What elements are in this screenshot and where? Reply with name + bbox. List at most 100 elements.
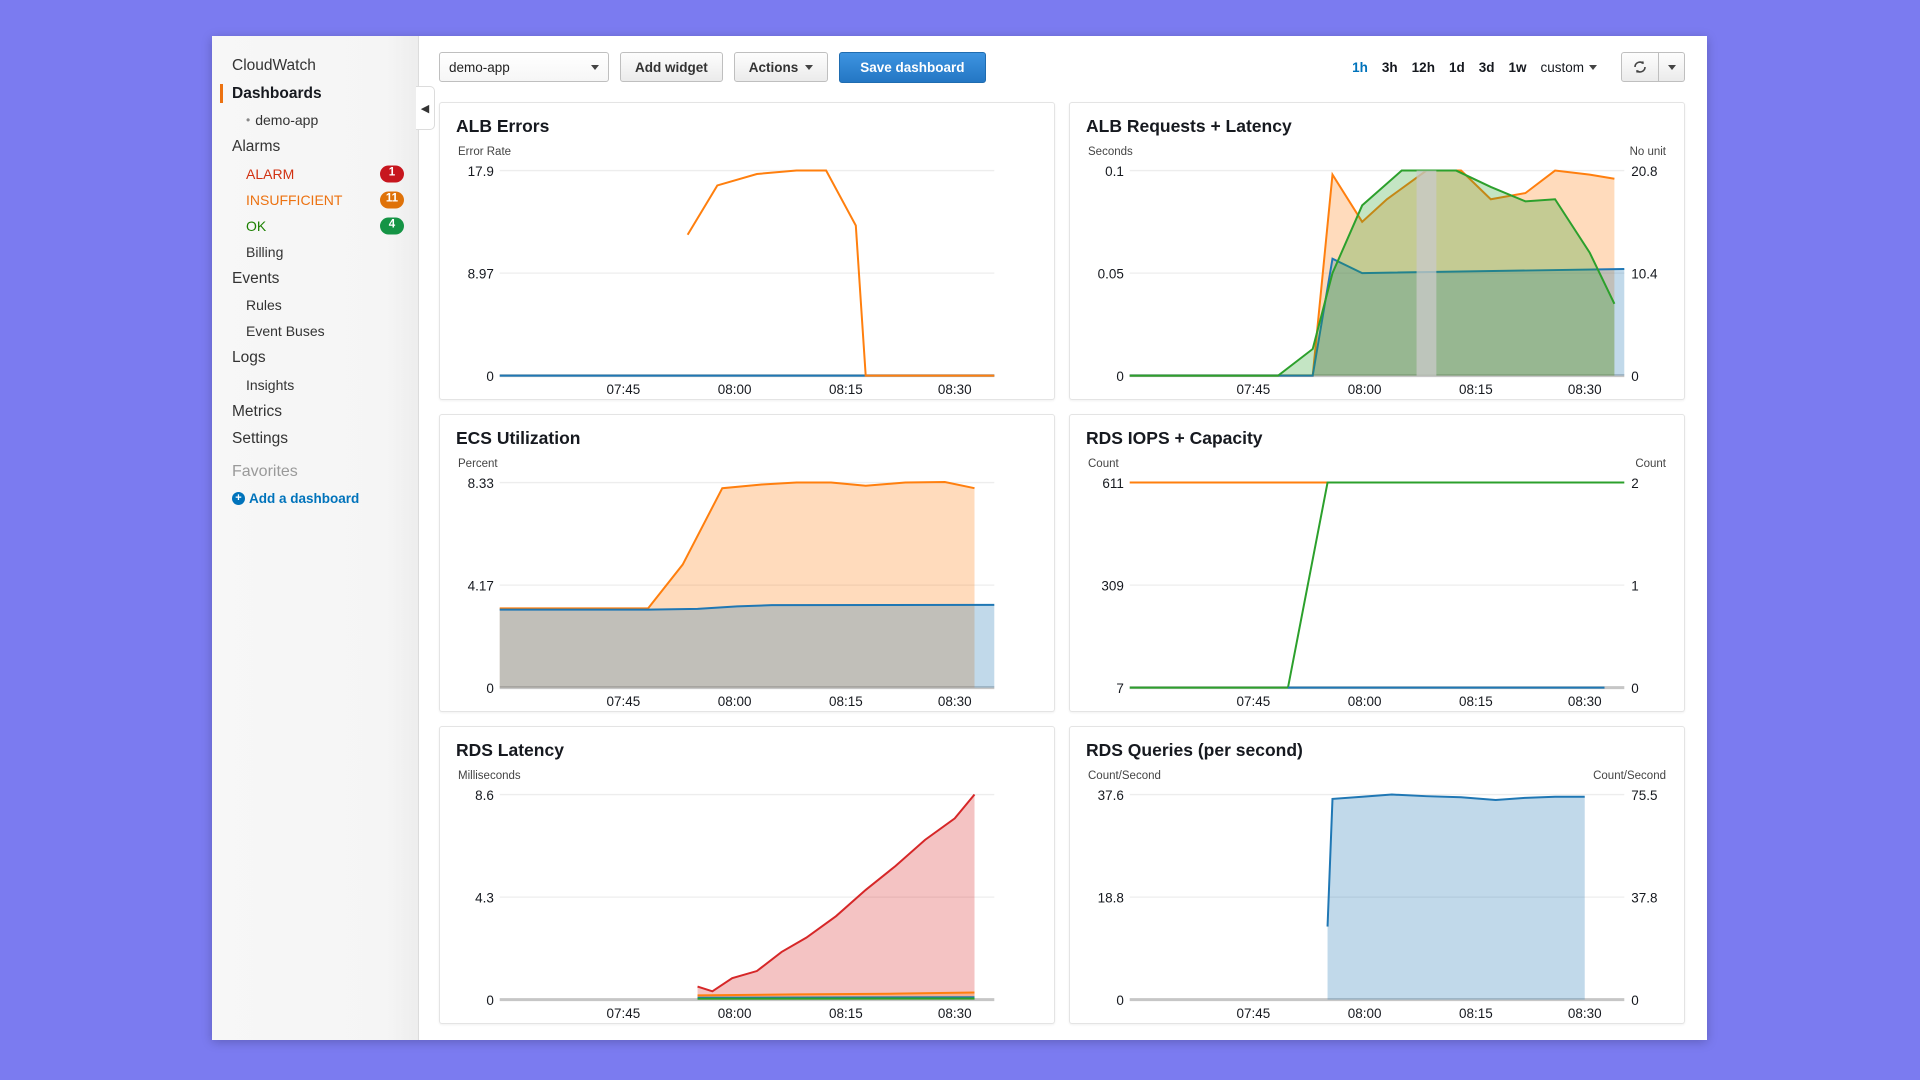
favorites-heading: Favorites: [232, 462, 298, 480]
svg-text:08:15: 08:15: [829, 694, 863, 709]
sidebar-service-title: CloudWatch: [212, 52, 418, 80]
sidebar-item-demo-app[interactable]: • demo-app: [212, 107, 418, 133]
add-widget-button[interactable]: Add widget: [620, 52, 723, 82]
sidebar-item-alarms[interactable]: Alarms: [212, 133, 418, 161]
custom-range-label: custom: [1540, 59, 1584, 75]
time-range-3d[interactable]: 3d: [1479, 60, 1495, 75]
sidebar-collapse-toggle[interactable]: ◀: [416, 86, 435, 130]
sidebar-item-event-buses[interactable]: Event Buses: [212, 318, 418, 344]
svg-text:37.6: 37.6: [1098, 788, 1124, 803]
svg-text:08:15: 08:15: [1459, 1006, 1493, 1021]
sidebar-item-insights[interactable]: Insights: [212, 372, 418, 398]
svg-text:18.8: 18.8: [1098, 890, 1124, 905]
chevron-down-icon: [1589, 64, 1597, 70]
widget-rds-iops-capacity: RDS IOPS + Capacity Count Count 7 309 611 0 1 2 0…: [1069, 414, 1685, 712]
dashboard-select-value: demo-app: [449, 59, 510, 75]
y-axis-label-left: Seconds: [1088, 146, 1133, 158]
time-range-3h[interactable]: 3h: [1382, 60, 1398, 75]
add-a-dashboard-label: Add a dashboard: [249, 490, 360, 506]
svg-text:0: 0: [486, 369, 494, 384]
svg-text:8.97: 8.97: [468, 266, 494, 281]
svg-text:611: 611: [1102, 476, 1123, 491]
save-dashboard-label: Save dashboard: [860, 59, 965, 75]
sidebar-item-label: ALARM: [246, 165, 295, 182]
svg-text:08:30: 08:30: [938, 694, 972, 709]
y-axis-label-left: Count/Second: [1088, 770, 1161, 782]
svg-text:08:15: 08:15: [829, 382, 863, 397]
sidebar-item-rules[interactable]: Rules: [212, 292, 418, 318]
refresh-control: [1621, 52, 1685, 82]
plot-area[interactable]: 0 8.97 17.9 07:45 08:00 08:15 08:30: [454, 160, 1040, 399]
axis-unit-row: Milliseconds: [454, 770, 1040, 784]
svg-text:08:00: 08:00: [718, 382, 752, 397]
widget-alb-requests-latency: ALB Requests + Latency Seconds No unit 0 0.0…: [1069, 102, 1685, 400]
sidebar-item-label: Rules: [246, 297, 282, 313]
sidebar-item-metrics[interactable]: Metrics: [212, 398, 418, 426]
sidebar-item-dashboards[interactable]: Dashboards: [212, 80, 418, 108]
time-range-1h[interactable]: 1h: [1352, 60, 1368, 75]
save-dashboard-button[interactable]: Save dashboard: [839, 51, 986, 83]
sidebar-item-label: demo-app: [255, 112, 319, 128]
dashboard-select[interactable]: demo-app: [439, 52, 609, 82]
refresh-button[interactable]: [1621, 52, 1659, 82]
sidebar-item-logs[interactable]: Logs: [212, 344, 418, 372]
plot-area[interactable]: 7 309 611 0 1 2 07:45 08:00 08:15 08:30: [1084, 472, 1670, 711]
svg-text:08:15: 08:15: [829, 1006, 863, 1021]
time-range-12h[interactable]: 12h: [1412, 60, 1435, 75]
svg-text:08:30: 08:30: [938, 382, 972, 397]
svg-text:08:15: 08:15: [1459, 694, 1493, 709]
time-range-1d[interactable]: 1d: [1449, 60, 1465, 75]
sidebar-item-settings[interactable]: Settings: [212, 425, 418, 453]
svg-text:07:45: 07:45: [1236, 382, 1270, 397]
axis-unit-row: Error Rate: [454, 146, 1040, 160]
y-axis-label-right: Count/Second: [1593, 770, 1666, 782]
widget-title: RDS IOPS + Capacity: [1086, 428, 1263, 448]
plot-area[interactable]: 0 18.8 37.6 0 37.8 75.5 07:45 08:00 08:15 08:30: [1084, 784, 1670, 1023]
sidebar-item-billing[interactable]: Billing: [212, 239, 418, 265]
svg-text:75.5: 75.5: [1631, 788, 1657, 803]
plot-area[interactable]: 0 4.17 8.33 07:45 08:00 08:15 08:30: [454, 472, 1040, 711]
widget-title: ECS Utilization: [456, 428, 581, 448]
svg-text:08:00: 08:00: [1348, 382, 1382, 397]
widget-title: ALB Errors: [456, 116, 550, 136]
service-name: CloudWatch: [232, 57, 316, 74]
actions-button[interactable]: Actions: [733, 52, 829, 82]
add-widget-label: Add widget: [635, 59, 708, 75]
sidebar-item-label: Insights: [246, 376, 295, 393]
svg-text:08:00: 08:00: [1348, 1006, 1382, 1021]
sidebar-item-events[interactable]: Events: [212, 265, 418, 293]
svg-text:07:45: 07:45: [606, 382, 640, 397]
y-axis-label-left: Error Rate: [458, 146, 512, 158]
svg-text:07:45: 07:45: [1236, 1006, 1270, 1021]
add-a-dashboard-link[interactable]: + Add a dashboard: [212, 487, 418, 510]
svg-text:08:30: 08:30: [938, 1006, 972, 1021]
svg-text:08:15: 08:15: [1459, 382, 1493, 397]
svg-text:4.17: 4.17: [468, 578, 494, 593]
svg-text:0: 0: [486, 681, 494, 696]
plot-area[interactable]: 0 0.05 0.1 0 10.4 20.8 07:45 08:00 08:15 08:30: [1084, 160, 1670, 399]
sidebar-item-ok[interactable]: OK 4: [212, 213, 418, 239]
sidebar-item-alarm[interactable]: ALARM 1: [212, 161, 418, 187]
svg-text:0: 0: [1116, 993, 1124, 1008]
plus-icon: +: [232, 491, 245, 505]
custom-range-button[interactable]: custom: [1540, 60, 1597, 75]
sidebar-item-label: OK: [246, 217, 267, 234]
plot-area[interactable]: 0 4.3 8.6 07:45 08:00 08:15 08:30: [454, 784, 1040, 1023]
sidebar-item-label: Logs: [232, 349, 266, 366]
svg-text:4.3: 4.3: [475, 890, 494, 905]
svg-text:08:30: 08:30: [1568, 1006, 1602, 1021]
time-range-1w[interactable]: 1w: [1508, 60, 1526, 75]
y-axis-label-right: No unit: [1629, 146, 1666, 158]
widget-title: RDS Queries (per second): [1086, 740, 1303, 760]
sidebar-item-insufficient[interactable]: INSUFFICIENT 11: [212, 187, 418, 213]
svg-text:08:30: 08:30: [1568, 694, 1602, 709]
y-axis-label-left: Count: [1088, 458, 1119, 470]
widget-rds-queries-per-second: RDS Queries (per second) Count/Second Coun…: [1069, 726, 1685, 1024]
time-range-selector: 1h 3h 12h 1d 3d 1w custom: [1352, 60, 1597, 75]
chevron-down-icon: [1667, 64, 1676, 70]
svg-text:0: 0: [1631, 681, 1639, 696]
refresh-options-button[interactable]: [1659, 52, 1685, 82]
sidebar-item-label: Metrics: [232, 402, 282, 420]
sidebar-item-label: Alarms: [232, 138, 281, 155]
svg-text:7: 7: [1116, 681, 1124, 696]
